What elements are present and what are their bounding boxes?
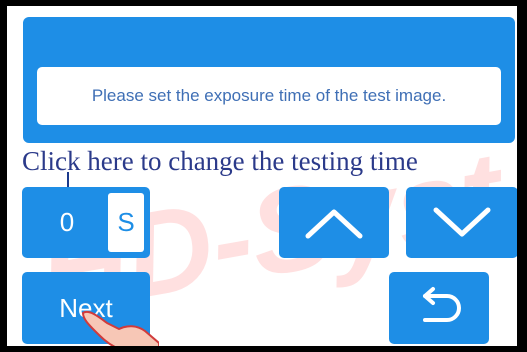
prompt-panel: Please set the exposure time of the test… [23,17,515,143]
chevron-up-icon [305,209,363,238]
decrease-button[interactable] [406,187,517,258]
time-unit-label: S [108,193,144,252]
prompt-message: Please set the exposure time of the test… [37,67,501,125]
back-button[interactable] [389,272,489,344]
pointing-hand-icon [82,311,159,346]
instruction-annotation: Click here to change the testing time [22,146,418,176]
increase-button[interactable] [279,187,389,258]
exposure-time-field[interactable]: 0 S [22,187,150,258]
device-screen: HD-Syst Please set the exposure time of … [7,6,517,346]
exposure-time-value[interactable]: 0 [22,187,112,258]
return-icon [423,287,461,322]
chevron-down-icon [433,207,491,236]
